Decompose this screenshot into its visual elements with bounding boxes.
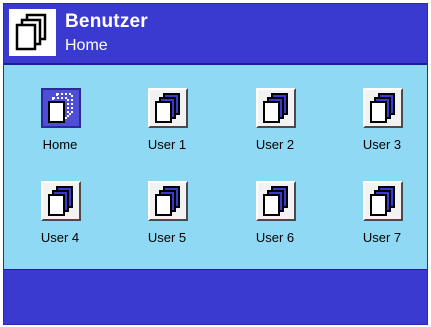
- profile-tile-user-6[interactable]: User 6: [240, 181, 310, 256]
- page-title: Benutzer: [65, 11, 148, 32]
- screen: Benutzer Home Home User 1 User 2 User 3 …: [3, 3, 428, 325]
- page-subtitle: Home: [65, 37, 108, 54]
- profile-tile-user-1[interactable]: User 1: [132, 88, 202, 163]
- profile-stack-icon: [363, 181, 403, 221]
- profile-tile-label: Home: [42, 137, 78, 152]
- profile-tile-user-5[interactable]: User 5: [132, 181, 202, 256]
- profile-tile-label: User 6: [255, 230, 295, 245]
- profile-stack-icon: [41, 88, 81, 128]
- profile-tile-label: User 2: [255, 137, 295, 152]
- profile-tile-label: User 3: [362, 137, 402, 152]
- header-bar: Benutzer Home: [4, 4, 427, 65]
- profile-tile-label: User 1: [147, 137, 187, 152]
- profile-tile-user-4[interactable]: User 4: [25, 181, 95, 256]
- profile-tile-user-2[interactable]: User 2: [240, 88, 310, 163]
- profile-tile-user-7[interactable]: User 7: [347, 181, 417, 256]
- profile-grid: Home User 1 User 2 User 3 User 4 User 5 …: [4, 66, 427, 269]
- profile-stack-icon: [148, 88, 188, 128]
- profile-tile-home[interactable]: Home: [25, 88, 95, 163]
- profile-stack-icon: [256, 181, 296, 221]
- profile-tile-label: User 4: [40, 230, 80, 245]
- profile-stack-icon: [9, 9, 56, 56]
- profile-tile-label: User 5: [147, 230, 187, 245]
- profile-tile-label: User 7: [362, 230, 402, 245]
- profile-stack-icon: [363, 88, 403, 128]
- profile-stack-icon: [256, 88, 296, 128]
- softkey-bar: [4, 269, 427, 324]
- profile-stack-icon: [41, 181, 81, 221]
- profile-stack-icon: [148, 181, 188, 221]
- profile-tile-user-3[interactable]: User 3: [347, 88, 417, 163]
